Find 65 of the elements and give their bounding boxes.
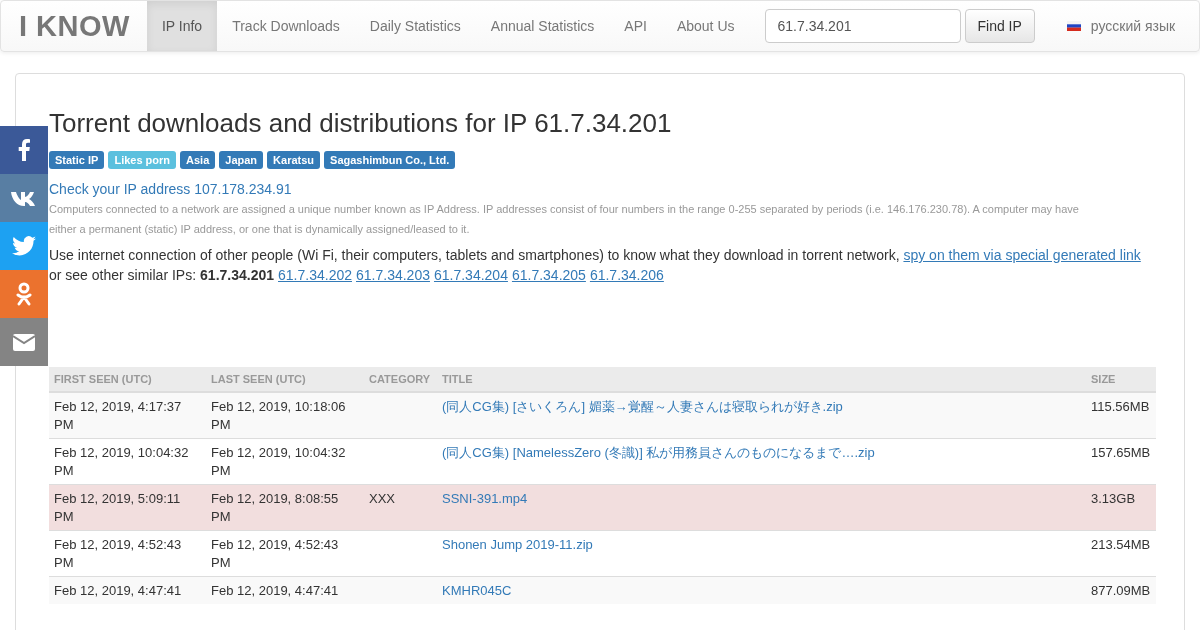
current-ip: 61.7.34.201 [200,266,275,285]
table-cell: 115.56MB [1091,399,1150,414]
share-button[interactable] [0,222,48,270]
vk-icon [11,190,37,206]
similar-ips-label: or see other similar IPs: [49,266,197,285]
column-header: SIZE [1086,367,1156,392]
share-button[interactable] [0,174,48,222]
table-cell: Feb 12, 2019, 4:52:43 PM [211,537,339,570]
share-button[interactable] [0,270,48,318]
check-ip-link[interactable]: Check your IP address 107.178.234.91 [49,181,1156,197]
table-cell: 877.09MB [1091,583,1151,598]
twitter-bird-icon [12,236,36,256]
nav-link[interactable]: API [609,1,662,51]
nav-link[interactable]: About Us [661,1,750,51]
torrent-title-link[interactable]: (同人CG集) [さいくろん] 媚薬→覚醒～人妻さんは寝取られが好き.zip [442,399,843,414]
table-cell: 3.13GB [1091,491,1136,506]
torrent-title-link[interactable]: Shonen Jump 2019-11.zip [442,537,593,552]
envelope-icon [13,333,35,351]
nav-link[interactable]: Annual Statistics [475,1,610,51]
torrent-title-link[interactable]: SSNI-391.mp4 [442,491,528,506]
torrent-title-link[interactable]: (同人CG集) [NamelessZero (冬識)] 私が用務員さんのものになるまで….zip [442,445,875,460]
tag-label: Asia [180,151,216,169]
share-button[interactable] [0,318,48,366]
similar-ip-link[interactable]: 61.7.34.204 [433,265,508,285]
table-cell: Feb 12, 2019, 4:17:37 PM [54,399,182,432]
table-cell: Feb 12, 2019, 8:08:55 PM [211,491,339,524]
nav-link[interactable]: IP Info [146,1,218,51]
table-cell: 157.65MB [1091,445,1151,460]
column-header: TITLE [437,367,1086,392]
ok-icon [16,282,32,306]
share-button[interactable] [0,126,48,174]
table-cell: Feb 12, 2019, 10:04:32 PM [211,445,346,478]
table-cell: Feb 12, 2019, 4:47:41 [211,583,339,598]
tag-label: Likes porn [108,151,177,169]
tag-label: Static IP [49,151,105,169]
site-logo[interactable]: I KNOW [1,9,147,43]
find-ip-button[interactable]: Find IP [964,9,1035,43]
table-cell: Feb 12, 2019, 5:09:11 PM [54,491,181,524]
similar-ip-link[interactable]: 61.7.34.203 [356,265,430,285]
page-heading: Torrent downloads and distributions for IP 61.7.34.201 [49,108,673,139]
table-cell: XXX [369,491,395,506]
facebook-icon [18,139,30,161]
nav-link[interactable]: Track Downloads [217,1,355,51]
nav-link[interactable]: Daily Statistics [354,1,476,51]
torrent-title-link[interactable]: KMHR045C [442,583,512,598]
table-cell: Feb 12, 2019, 10:18:06 PM [211,399,346,432]
similar-ip-link[interactable]: 61.7.34.202 [278,265,352,285]
tag-label: Karatsu [267,151,321,169]
similar-ip-link[interactable]: 61.7.34.205 [511,265,586,285]
table-cell: Feb 12, 2019, 4:47:41 [54,583,182,598]
tag-label: Japan [219,151,264,169]
tag-label: Sagashimbun Co., Ltd. [324,151,456,169]
ip-search-field[interactable]: 61.7.34.201 [764,9,961,43]
spy-link[interactable]: spy on them via special generated link [903,247,1141,263]
table-cell: Feb 12, 2019, 10:04:32 PM [54,445,189,478]
similar-ip-link[interactable]: 61.7.34.206 [589,265,664,285]
explanation-text: Computers connected to a network are assigned a unique number known as IP Address. IP addresses consist of four numbers in the range 0-255 separated by periods (i.e. 146.176.230.78). A computer may have either a permanent (static) IP address, or one that is dynamically assigned/leased to it. [49,202,1080,237]
column-header: CATEGORY [364,367,437,392]
table-cell: 213.54MB [1091,537,1151,552]
language-link[interactable]: русский язык [1090,18,1176,34]
flag-icon [1066,21,1081,31]
column-header: FIRST SEEN (UTC) [49,367,206,392]
intro-text: Use internet connection of other people (Wi Fi, their computers, tablets and smartphones) to know what they download in torrent network, spy on them via special generated link [49,246,1142,265]
column-header: LAST SEEN (UTC) [206,367,364,392]
table-cell: Feb 12, 2019, 4:52:43 PM [54,537,182,570]
